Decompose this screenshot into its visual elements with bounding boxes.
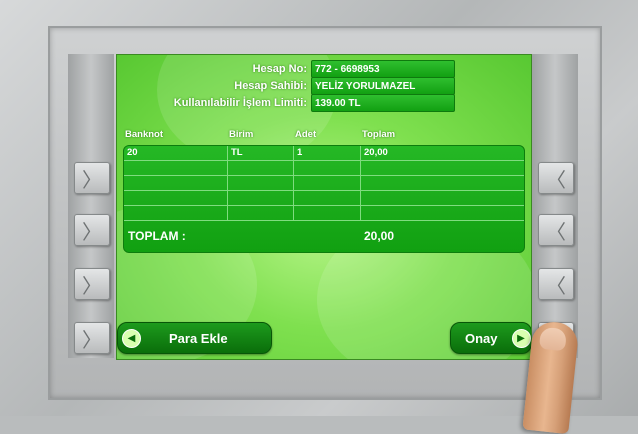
empty-cell: [294, 176, 361, 191]
left-function-key-4[interactable]: 〉: [74, 322, 110, 354]
empty-cell: [294, 191, 361, 206]
cell-banknote: 20: [124, 146, 228, 161]
account-holder-label: Hesap Sahibi:: [234, 80, 307, 92]
cell-count: 1: [294, 146, 361, 161]
empty-cell: [124, 161, 228, 176]
empty-cell: [228, 161, 294, 176]
add-money-label: Para Ekle: [169, 330, 228, 346]
account-no-value: 772 - 6698953: [311, 60, 455, 78]
chevron-right-icon: 〉: [82, 219, 102, 244]
banknote-table: 20 TL 1 20,00 TOPLAM : 20,00: [123, 145, 525, 253]
table-row-empty: [124, 176, 524, 191]
chevron-left-icon: 〈: [546, 273, 566, 298]
column-header-count: Adet: [295, 129, 317, 140]
right-function-key-3[interactable]: 〈: [538, 268, 574, 300]
column-header-total: Toplam: [362, 129, 396, 140]
fingernail: [538, 326, 568, 352]
total-value: 20,00: [364, 229, 395, 243]
limit-value: 139.00 TL: [311, 94, 455, 112]
right-function-key-1[interactable]: 〈: [538, 162, 574, 194]
empty-cell: [228, 191, 294, 206]
arrow-right-icon: ▶: [511, 328, 531, 348]
confirm-button[interactable]: Onay ▶: [450, 322, 531, 354]
arrow-left-icon: ◀: [122, 328, 141, 348]
left-function-key-1[interactable]: 〉: [74, 162, 110, 194]
left-function-key-2[interactable]: 〉: [74, 214, 110, 246]
right-key-panel: [532, 54, 578, 358]
table-row-empty: [124, 191, 524, 206]
account-no-label: Hesap No:: [252, 63, 307, 75]
empty-cell: [294, 161, 361, 176]
table-row: 20 TL 1 20,00: [124, 146, 524, 161]
right-function-key-2[interactable]: 〈: [538, 214, 574, 246]
empty-cell: [124, 191, 228, 206]
total-row: TOPLAM : 20,00: [124, 219, 524, 252]
empty-cell: [228, 176, 294, 191]
chevron-left-icon: 〈: [546, 219, 566, 244]
column-header-banknote: Banknot: [125, 129, 163, 140]
limit-label: Kullanılabilir İşlem Limiti:: [173, 97, 307, 109]
add-money-button[interactable]: ◀ Para Ekle: [117, 322, 272, 354]
total-label: TOPLAM :: [128, 229, 186, 243]
table-row-empty: [124, 161, 524, 176]
account-holder-value: YELİZ YORULMAZEL: [311, 77, 455, 95]
cell-unit: TL: [228, 146, 294, 161]
atm-screen: Hesap No: 772 - 6698953 Hesap Sahibi: YE…: [116, 54, 532, 360]
left-key-panel: [68, 54, 114, 358]
confirm-label: Onay: [465, 330, 498, 346]
cell-total: 20,00: [364, 147, 388, 158]
column-header-unit: Birim: [229, 129, 254, 140]
chevron-right-icon: 〉: [82, 327, 102, 352]
empty-cell: [124, 176, 228, 191]
chevron-right-icon: 〉: [82, 167, 102, 192]
chevron-left-icon: 〈: [546, 167, 566, 192]
left-function-key-3[interactable]: 〉: [74, 268, 110, 300]
chevron-right-icon: 〉: [82, 273, 102, 298]
